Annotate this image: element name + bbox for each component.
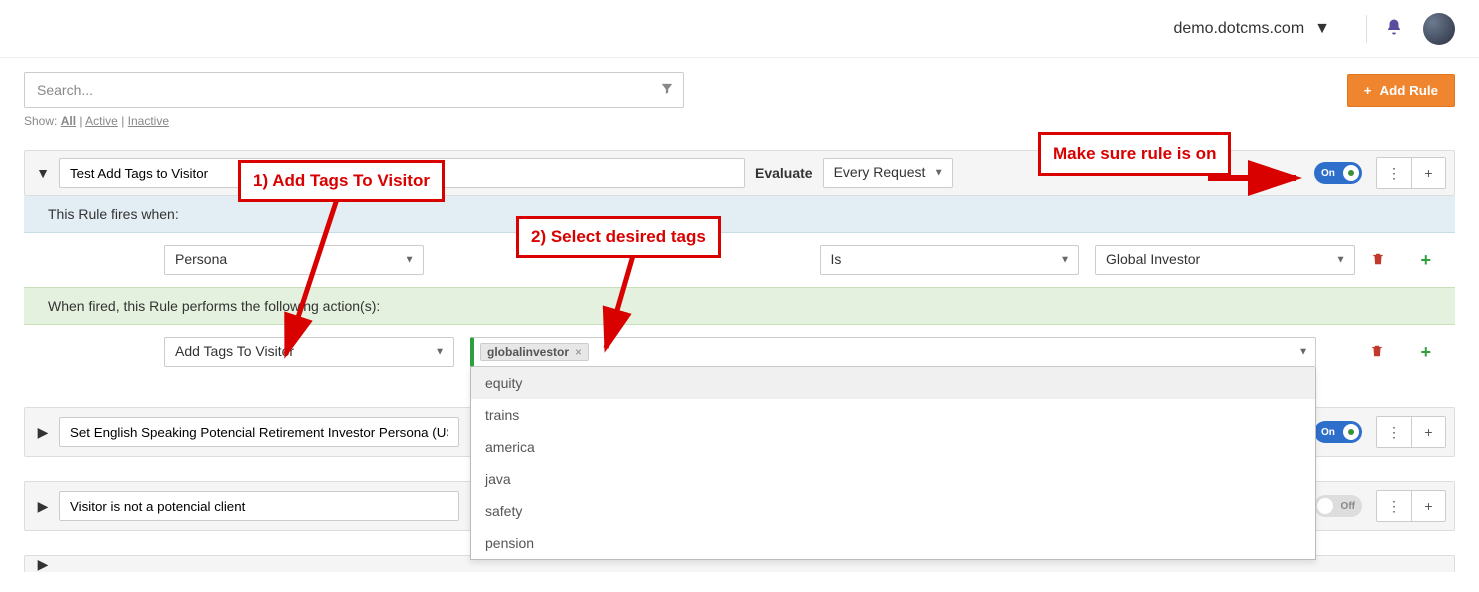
condition-operator-value: Is: [821, 246, 1079, 272]
annotation-step2: 2) Select desired tags: [516, 216, 721, 258]
app-header: demo.dotcms.com ▼: [0, 0, 1479, 58]
more-options-button[interactable]: ⋮: [1377, 158, 1411, 188]
rule-toggle[interactable]: Off: [1314, 495, 1362, 517]
add-action-button[interactable]: +: [1420, 342, 1431, 363]
rule-toggle[interactable]: On: [1314, 162, 1362, 184]
tag-chip: globalinvestor ×: [480, 343, 589, 361]
condition-row: Persona ▼ Is ▼ Global Investor ▼ +: [24, 233, 1455, 287]
kebab-icon: ⋮: [1387, 165, 1401, 182]
annotation-step1: 1) Add Tags To Visitor: [238, 160, 445, 202]
plus-icon: +: [1424, 498, 1432, 514]
add-button[interactable]: +: [1411, 158, 1445, 188]
evaluate-value: Every Request: [824, 159, 952, 185]
show-all-link[interactable]: All: [61, 114, 76, 128]
tag-input[interactable]: globalinvestor × ▼: [470, 337, 1316, 367]
expand-icon[interactable]: ▶: [33, 498, 53, 515]
kebab-icon: ⋮: [1387, 498, 1401, 515]
tag-chip-label: globalinvestor: [487, 345, 569, 359]
tag-option[interactable]: pension: [471, 527, 1315, 559]
performs-actions-band: When fired, this Rule performs the follo…: [24, 287, 1455, 325]
condition-value: Global Investor: [1096, 246, 1354, 272]
toggle-label: On: [1316, 427, 1340, 438]
show-inactive-link[interactable]: Inactive: [128, 114, 169, 128]
toggle-knob: [1343, 424, 1359, 440]
more-options-button[interactable]: ⋮: [1377, 417, 1411, 447]
site-selector[interactable]: demo.dotcms.com ▼: [1173, 20, 1330, 38]
toggle-knob: [1343, 165, 1359, 181]
delete-action-button[interactable]: [1370, 344, 1384, 361]
toggle-label: Off: [1336, 501, 1360, 512]
fires-when-label: This Rule fires when:: [48, 206, 179, 222]
caret-down-icon: ▼: [405, 255, 415, 266]
collapse-icon[interactable]: ▼: [33, 165, 53, 181]
show-label: Show:: [24, 114, 57, 128]
tag-option[interactable]: java: [471, 463, 1315, 495]
evaluate-label: Evaluate: [755, 165, 813, 181]
toolbar: + Add Rule: [0, 58, 1479, 114]
filter-icon[interactable]: [660, 82, 674, 99]
caret-down-icon: ▼: [1060, 255, 1070, 266]
delete-condition-button[interactable]: [1371, 252, 1385, 269]
divider: [1366, 15, 1367, 43]
show-active-link[interactable]: Active: [85, 114, 118, 128]
expand-icon[interactable]: ▶: [33, 556, 53, 573]
caret-down-icon: ▼: [435, 347, 445, 358]
tag-option[interactable]: trains: [471, 399, 1315, 431]
plus-icon: +: [1424, 424, 1432, 440]
kebab-icon: ⋮: [1387, 424, 1401, 441]
action-row: Add Tags To Visitor ▼ globalinvestor × ▼…: [24, 325, 1455, 379]
toggle-label: On: [1316, 168, 1340, 179]
caret-down-icon: ▼: [1336, 255, 1346, 266]
add-condition-button[interactable]: +: [1421, 250, 1432, 271]
caret-down-icon: ▼: [1298, 347, 1308, 358]
rule-name-input[interactable]: [59, 417, 459, 447]
user-avatar[interactable]: [1423, 13, 1455, 45]
tag-option[interactable]: equity: [471, 367, 1315, 399]
rule-name-input[interactable]: [59, 491, 459, 521]
condition-operator-select[interactable]: Is ▼: [820, 245, 1080, 275]
evaluate-select[interactable]: Every Request ▼: [823, 158, 953, 188]
rule-toggle[interactable]: On: [1314, 421, 1362, 443]
condition-value-select[interactable]: Global Investor ▼: [1095, 245, 1355, 275]
plus-icon: +: [1364, 83, 1372, 98]
show-filter: Show: All | Active | Inactive: [0, 114, 1479, 140]
notifications-icon[interactable]: [1385, 18, 1403, 39]
annotation-arrow-icon: [278, 196, 358, 366]
add-button[interactable]: +: [1411, 417, 1445, 447]
plus-icon: +: [1424, 165, 1432, 181]
site-name: demo.dotcms.com: [1173, 20, 1304, 38]
remove-tag-icon[interactable]: ×: [575, 345, 582, 359]
search-input[interactable]: [24, 72, 684, 108]
tag-option[interactable]: safety: [471, 495, 1315, 527]
more-options-button[interactable]: ⋮: [1377, 491, 1411, 521]
tag-dropdown: equity trains america java safety pensio…: [470, 367, 1316, 560]
annotation-toggle: Make sure rule is on: [1038, 132, 1231, 176]
caret-down-icon: ▼: [934, 168, 944, 179]
toggle-knob: [1317, 498, 1333, 514]
tag-option[interactable]: america: [471, 431, 1315, 463]
expand-icon[interactable]: ▶: [33, 424, 53, 441]
add-rule-label: Add Rule: [1380, 83, 1439, 98]
caret-down-icon: ▼: [1314, 20, 1330, 38]
add-button[interactable]: +: [1411, 491, 1445, 521]
annotation-arrow-icon: [598, 252, 648, 362]
add-rule-button[interactable]: + Add Rule: [1347, 74, 1455, 107]
